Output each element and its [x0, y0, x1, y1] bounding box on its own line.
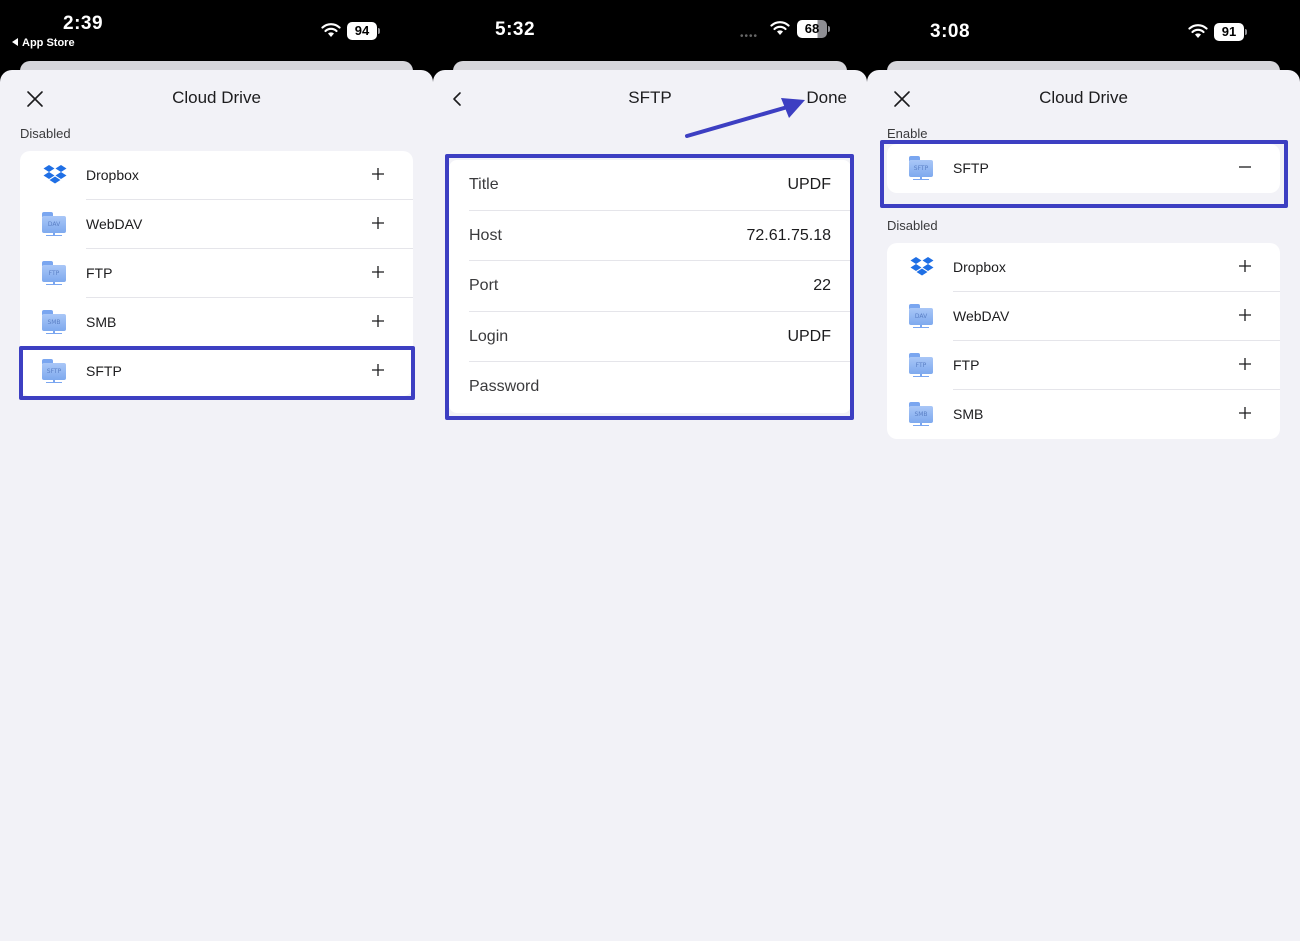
wifi-icon	[321, 23, 341, 37]
add-icon[interactable]	[371, 167, 385, 181]
status-time: 5:32	[495, 19, 536, 40]
screen-cloud-drive-after: 3:08 91 Cloud Drive Enable SFTP SFTP Dis…	[867, 0, 1300, 941]
list-item-label: Dropbox	[953, 259, 1006, 275]
battery-indicator: 68	[797, 20, 830, 38]
section-header-disabled: Disabled	[887, 218, 938, 233]
list-item-smb[interactable]: SMB SMB	[20, 298, 413, 347]
add-icon[interactable]	[1238, 259, 1252, 273]
list-item-ftp[interactable]: FTP FTP	[20, 249, 413, 298]
page-title: Cloud Drive	[1039, 88, 1128, 107]
highlight-box-sftp	[19, 346, 415, 400]
signal-dots-icon: ••••	[740, 31, 759, 42]
list-item-label: WebDAV	[86, 216, 143, 232]
add-icon[interactable]	[1238, 406, 1252, 420]
status-bar: 2:39 App Store 94	[0, 0, 433, 70]
status-bar: 3:08 91	[867, 0, 1300, 70]
add-icon[interactable]	[371, 314, 385, 328]
add-icon[interactable]	[1238, 357, 1252, 371]
section-header-disabled: Disabled	[20, 126, 71, 141]
list-item-label: SMB	[953, 406, 984, 422]
list-item-webdav[interactable]: DAV WebDAV	[20, 200, 413, 249]
folder-icon: FTP	[909, 353, 935, 377]
folder-icon: SMB	[42, 310, 68, 334]
list-item-ftp[interactable]: FTP FTP	[887, 341, 1280, 390]
list-item-label: FTP	[86, 265, 113, 281]
modal-sheet: SFTP Done Title UPDF Host 72.61.75.18 Po…	[433, 70, 867, 941]
list-item-label: SMB	[86, 314, 117, 330]
page-title: Cloud Drive	[172, 88, 261, 107]
screen-cloud-drive-before: 2:39 App Store 94 Cloud Drive Disabled D…	[0, 0, 433, 941]
folder-icon: SMB	[909, 402, 935, 426]
list-item-dropbox[interactable]: Dropbox	[887, 243, 1280, 292]
navigation-bar: Cloud Drive	[0, 84, 433, 114]
battery-indicator: 91	[1214, 23, 1247, 41]
list-item-webdav[interactable]: DAV WebDAV	[887, 292, 1280, 341]
back-to-app-store-link[interactable]: App Store	[12, 37, 75, 49]
dropbox-icon	[43, 165, 67, 184]
wifi-icon	[770, 21, 790, 35]
add-icon[interactable]	[371, 265, 385, 279]
list-item-smb[interactable]: SMB SMB	[887, 390, 1280, 439]
back-triangle-icon	[12, 38, 18, 46]
list-item-label: WebDAV	[953, 308, 1010, 324]
status-time: 3:08	[930, 21, 971, 42]
battery-indicator: 94	[347, 22, 380, 40]
section-header-enable: Enable	[887, 126, 928, 141]
list-item-label: FTP	[953, 357, 980, 373]
modal-sheet: Cloud Drive Disabled Dropbox DAV WebDAV …	[0, 70, 433, 941]
add-icon[interactable]	[371, 216, 385, 230]
highlight-box-enabled	[880, 140, 1288, 208]
highlight-box-form	[445, 154, 854, 420]
back-app-label: App Store	[22, 37, 75, 49]
modal-sheet: Cloud Drive Enable SFTP SFTP Disabled Dr…	[867, 70, 1300, 941]
add-icon[interactable]	[1238, 308, 1252, 322]
status-bar: 5:32 •••• 68	[433, 0, 867, 70]
wifi-icon	[1188, 24, 1208, 38]
folder-icon: DAV	[42, 212, 68, 236]
folder-icon: DAV	[909, 304, 935, 328]
disabled-drives-list: Dropbox DAV WebDAV FTP FTP SMB SMB	[887, 243, 1280, 439]
status-time: 2:39	[63, 13, 104, 34]
navigation-bar: Cloud Drive	[867, 84, 1300, 114]
screen-sftp-form: 5:32 •••• 68 SFTP Done Title UPDF Host 7…	[433, 0, 867, 941]
list-item-dropbox[interactable]: Dropbox	[20, 151, 413, 200]
arrow-annotation-icon	[685, 98, 805, 138]
dropbox-icon	[910, 257, 934, 276]
folder-icon: FTP	[42, 261, 68, 285]
list-item-label: Dropbox	[86, 167, 139, 183]
